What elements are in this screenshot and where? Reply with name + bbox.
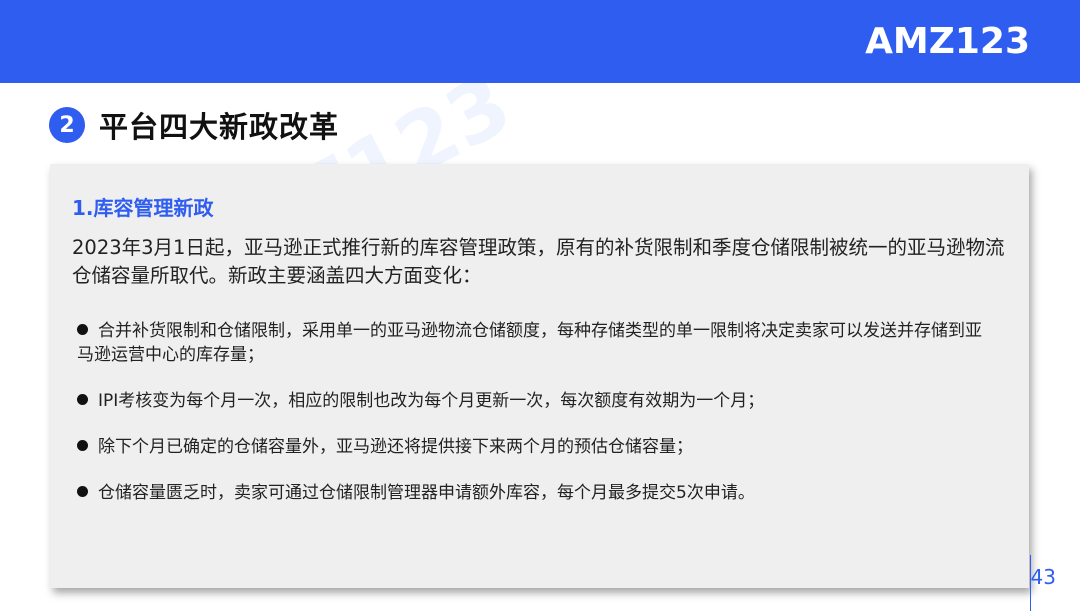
- card-intro-text: 2023年3月1日起，亚马逊正式推行新的库容管理政策，原有的补货限制和季度仓储限…: [72, 236, 1005, 287]
- bullet-text: 合并补货限制和仓储限制，采用单一的亚马逊物流仓储额度，每种存储类型的单一限制将决…: [77, 321, 982, 365]
- header-bar: AMZ123: [0, 0, 1080, 83]
- section-title: 平台四大新政改革: [99, 110, 340, 144]
- bullet-text: IPI考核变为每个月一次，相应的限制也改为每个月更新一次，每次额度有效期为一个月…: [98, 391, 765, 411]
- list-item: 除下个月已确定的仓储容量外，亚马逊还将提供接下来两个月的预估仓储容量；: [77, 435, 997, 459]
- list-item: 仓储容量匮乏时，卖家可通过仓储限制管理器申请额外库容，每个月最多提交5次申请。: [77, 481, 997, 505]
- bullet-list: 合并补货限制和仓储限制，采用单一的亚马逊物流仓储额度，每种存储类型的单一限制将决…: [77, 319, 997, 527]
- content-card: 1.库容管理新政 2023年3月1日起，亚马逊正式推行新的库容管理政策，原有的补…: [50, 164, 1029, 588]
- page-number: 43: [1030, 565, 1056, 589]
- section-heading: 2 平台四大新政改革: [49, 106, 339, 144]
- bullet-text: 除下个月已确定的仓储容量外，亚马逊还将提供接下来两个月的预估仓储容量；: [98, 437, 693, 457]
- bullet-text: 仓储容量匮乏时，卖家可通过仓储限制管理器申请额外库容，每个月最多提交5次申请。: [98, 483, 755, 503]
- list-item: 合并补货限制和仓储限制，采用单一的亚马逊物流仓储额度，每种存储类型的单一限制将决…: [77, 319, 997, 367]
- section-number-badge: 2: [49, 107, 85, 143]
- bullet-dot-icon: [77, 440, 88, 451]
- bullet-dot-icon: [77, 486, 88, 497]
- list-item: IPI考核变为每个月一次，相应的限制也改为每个月更新一次，每次额度有效期为一个月…: [77, 389, 997, 413]
- bullet-dot-icon: [77, 394, 88, 405]
- card-subtitle: 1.库容管理新政: [72, 196, 214, 220]
- bullet-dot-icon: [77, 324, 88, 335]
- amz123-logo: AMZ123: [865, 21, 1030, 62]
